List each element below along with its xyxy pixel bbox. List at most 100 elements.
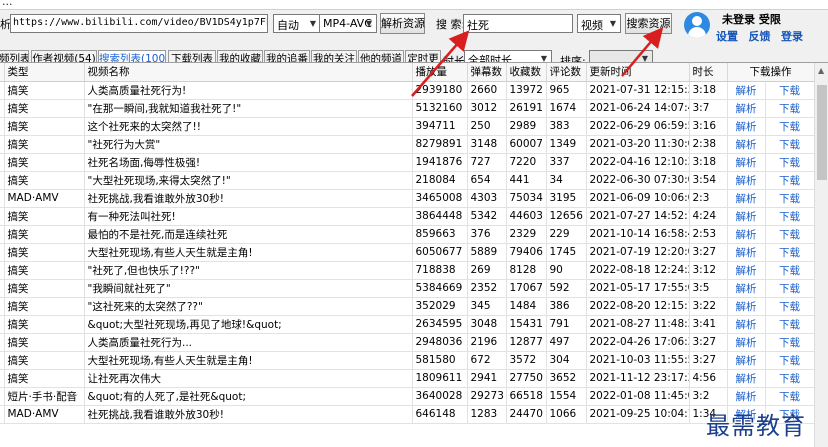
column-header[interactable]: 弹幕数: [467, 63, 507, 82]
table-row[interactable]: 搞笑 人类高质量社死行为... 2948036 2196 12877 497 2022-04…: [0, 333, 815, 352]
title-cell: "这社死来的太突然了??": [84, 297, 413, 316]
download-link[interactable]: 下载: [765, 81, 815, 100]
views-cell: 2634595: [412, 315, 468, 334]
table-row[interactable]: 搞笑 最怕的不是社死,而是连续社死 859663 376 2329 229 2021-10-…: [0, 225, 815, 244]
parse-link[interactable]: 解析: [727, 369, 766, 388]
parse-link[interactable]: 解析: [727, 279, 766, 298]
updated-cell: 2021-03-20 11:30:03: [586, 135, 690, 154]
scroll-up-icon[interactable]: ▲: [818, 66, 824, 75]
settings-link[interactable]: 设置: [716, 30, 738, 43]
download-link[interactable]: 下载: [765, 387, 815, 406]
parse-link[interactable]: 解析: [727, 387, 766, 406]
quality-select[interactable]: 自动 ▼: [273, 14, 321, 33]
download-link[interactable]: 下载: [765, 225, 815, 244]
download-link[interactable]: 下载: [765, 153, 815, 172]
download-link[interactable]: 下载: [765, 333, 815, 352]
download-link[interactable]: 下载: [765, 171, 815, 190]
column-header[interactable]: 下载操作: [727, 63, 815, 82]
updated-cell: 2021-08-27 11:48:32: [586, 315, 690, 334]
column-header[interactable]: 播放量: [412, 63, 468, 82]
table-row[interactable]: 搞笑 让社死再次伟大 1809611 2941 27750 3652 2021-11-12 …: [0, 369, 815, 388]
parse-link[interactable]: 解析: [727, 225, 766, 244]
download-link[interactable]: 下载: [765, 369, 815, 388]
download-link[interactable]: 下载: [765, 243, 815, 262]
comments-cell: 497: [546, 333, 587, 352]
parse-link[interactable]: 解析: [727, 81, 766, 100]
table-row[interactable]: 搞笑 "在那一瞬间,我就知道我社死了!" 5132160 3012 26191 1674 2…: [0, 99, 815, 118]
title-cell: &quot;有的人死了,是社死&quot;: [84, 387, 413, 406]
table-row[interactable]: 搞笑 "这社死来的太突然了??" 352029 345 1484 386 2022-08-2…: [0, 297, 815, 316]
views-cell: 3864448: [412, 207, 468, 226]
duration-cell: 3:27: [689, 243, 728, 262]
comments-cell: 383: [546, 117, 587, 136]
comments-cell: 592: [546, 279, 587, 298]
table-row[interactable]: MAD·AMV 社死挑战,我看谁敢外放30秒! 646148 1283 24470 106…: [0, 405, 815, 424]
search-type-select[interactable]: 视频 ▼: [577, 14, 621, 33]
column-header[interactable]: 视频名称: [84, 63, 413, 82]
comments-cell: 1554: [546, 387, 587, 406]
parse-link[interactable]: 解析: [727, 135, 766, 154]
download-link[interactable]: 下载: [765, 99, 815, 118]
table-row[interactable]: 搞笑 人类高质量社死行为! 2939180 2660 13972 965 2021-07-3…: [0, 81, 815, 100]
parse-link[interactable]: 解析: [727, 117, 766, 136]
download-link[interactable]: 下载: [765, 135, 815, 154]
scrollbar-thumb[interactable]: [817, 85, 827, 180]
table-row[interactable]: 搞笑 "我瞬间就社死了" 5384669 2352 17067 592 2021-05-17…: [0, 279, 815, 298]
vertical-scrollbar[interactable]: ▲: [814, 63, 828, 447]
column-header[interactable]: 更新时间: [586, 63, 690, 82]
comments-cell: 3652: [546, 369, 587, 388]
column-header[interactable]: 时长: [689, 63, 728, 82]
parse-link[interactable]: 解析: [727, 351, 766, 370]
favorites-cell: 1484: [506, 297, 547, 316]
parse-link[interactable]: 解析: [727, 243, 766, 262]
column-header[interactable]: 评论数: [546, 63, 587, 82]
parse-link[interactable]: 解析: [727, 207, 766, 226]
parse-link[interactable]: 解析: [727, 189, 766, 208]
column-header[interactable]: 收藏数: [506, 63, 547, 82]
download-link[interactable]: 下载: [765, 189, 815, 208]
parse-link[interactable]: 解析: [727, 171, 766, 190]
title-cell: "社死行为大赏": [84, 135, 413, 154]
table-row[interactable]: 搞笑 有一种死法叫社死! 3864448 5342 44603 12656 2021-07-…: [0, 207, 815, 226]
duration-cell: 3:41: [689, 315, 728, 334]
avatar-icon[interactable]: [684, 12, 710, 38]
title-cell: 社死名场面,侮辱性极强!: [84, 153, 413, 172]
parse-link[interactable]: 解析: [727, 153, 766, 172]
parse-link[interactable]: 解析: [727, 99, 766, 118]
download-link[interactable]: 下载: [765, 261, 815, 280]
table-row[interactable]: 搞笑 社死名场面,侮辱性极强! 1941876 727 7220 337 2022-04-1…: [0, 153, 815, 172]
feedback-link[interactable]: 反馈: [749, 30, 771, 43]
parse-link[interactable]: 解析: [727, 261, 766, 280]
table-row[interactable]: 搞笑 &quot;大型社死现场,再见了地球!&quot; 2634595 3048 15…: [0, 315, 815, 334]
url-input[interactable]: https://www.bilibili.com/video/BV1DS4y1p…: [10, 14, 268, 33]
title-cell: 社死挑战,我看谁敢外放30秒!: [84, 189, 413, 208]
views-cell: 718838: [412, 261, 468, 280]
parse-link[interactable]: 解析: [727, 297, 766, 316]
table-row[interactable]: 搞笑 这个社死来的太突然了!! 394711 250 2989 383 2022-06-29…: [0, 117, 815, 136]
parse-button[interactable]: 解析资源: [380, 13, 425, 34]
table-row[interactable]: 搞笑 "大型社死现场,来得太突然了!" 218084 654 441 34 2022-06-…: [0, 171, 815, 190]
table-row[interactable]: MAD·AMV 社死挑战,我看谁敢外放30秒! 3465008 4303 75034 31…: [0, 189, 815, 208]
comments-cell: 1674: [546, 99, 587, 118]
updated-cell: 2021-10-14 16:58:45: [586, 225, 690, 244]
favorites-cell: 79406: [506, 243, 547, 262]
search-input[interactable]: 社死: [463, 14, 573, 33]
search-button[interactable]: 搜索资源: [625, 13, 672, 34]
codec-select[interactable]: MP4-AVC ▼: [319, 14, 377, 33]
table-row[interactable]: 短片·手书·配音 &quot;有的人死了,是社死&quot; 3640028 2927…: [0, 387, 815, 406]
column-header[interactable]: 类型: [4, 63, 85, 82]
download-link[interactable]: 下载: [765, 279, 815, 298]
download-link[interactable]: 下载: [765, 297, 815, 316]
table-row[interactable]: 搞笑 大型社死现场,有些人天生就是主角! 581580 672 3572 304 2021-…: [0, 351, 815, 370]
download-link[interactable]: 下载: [765, 117, 815, 136]
download-link[interactable]: 下载: [765, 315, 815, 334]
table-row[interactable]: 搞笑 大型社死现场,有些人天生就是主角! 6050677 5889 79406 1745 2…: [0, 243, 815, 262]
download-link[interactable]: 下载: [765, 351, 815, 370]
table-row[interactable]: 搞笑 "社死行为大赏" 8279891 3148 60007 1349 2021-03-20…: [0, 135, 815, 154]
download-link[interactable]: 下载: [765, 207, 815, 226]
login-link[interactable]: 登录: [781, 30, 803, 43]
parse-link[interactable]: 解析: [727, 315, 766, 334]
parse-link[interactable]: 解析: [727, 333, 766, 352]
user-panel: 未登录 受限 设置 反馈 登录: [684, 11, 824, 51]
table-row[interactable]: 搞笑 "社死了,但也快乐了!??" 718838 269 8128 90 2022-08-1…: [0, 261, 815, 280]
